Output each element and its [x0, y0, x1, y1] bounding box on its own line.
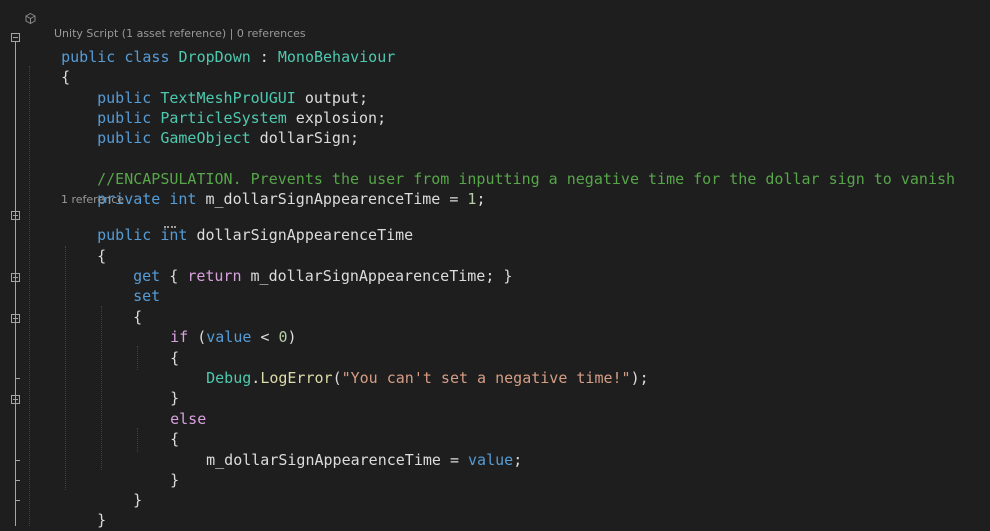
- codelens-class: Unity Script (1 asset reference) | 0 ref…: [40, 13, 306, 40]
- code-line[interactable]: {: [25, 47, 70, 86]
- type-name: Debug: [206, 369, 252, 387]
- code-line[interactable]: Debug.LogError("You can't set a negative…: [170, 348, 649, 387]
- method-name: LogError: [260, 369, 333, 387]
- control-keyword: return: [187, 267, 242, 285]
- punctuation: ): [287, 328, 297, 346]
- punctuation: (: [332, 369, 342, 387]
- code-line[interactable]: {: [61, 226, 106, 265]
- code-line[interactable]: {: [134, 409, 179, 448]
- punctuation: :: [250, 48, 278, 66]
- number-literal: 0: [278, 328, 288, 346]
- punctuation: ;: [476, 190, 486, 208]
- code-line[interactable]: set: [97, 266, 160, 305]
- base-class-name: MonoBehaviour: [277, 48, 396, 66]
- code-line[interactable]: public class DropDown : MonoBehaviour: [25, 27, 395, 66]
- keyword: value: [468, 451, 514, 469]
- code-line[interactable]: public int dollarSignAppearenceTime: [61, 205, 413, 244]
- identifier: m_dollarSignAppearenceTime; }: [241, 267, 513, 285]
- code-line[interactable]: else: [134, 389, 206, 428]
- identifier: dollarSign;: [250, 129, 360, 147]
- code-line[interactable]: }: [97, 470, 142, 509]
- keyword: class: [124, 48, 170, 66]
- code-line[interactable]: }: [61, 490, 106, 529]
- code-line[interactable]: {: [97, 287, 142, 326]
- code-line[interactable]: public GameObject dollarSign;: [61, 108, 359, 147]
- code-line[interactable]: }: [134, 450, 179, 489]
- code-line[interactable]: {: [134, 328, 179, 367]
- collapse-minus-icon[interactable]: [11, 314, 20, 323]
- code-line[interactable]: private int m_dollarSignAppearenceTime =…: [61, 169, 485, 208]
- code-line[interactable]: public TextMeshProUGUI output;: [61, 68, 368, 107]
- code-line[interactable]: get { return m_dollarSignAppearenceTime;…: [97, 246, 512, 285]
- punctuation: );: [630, 369, 649, 387]
- keyword: value: [206, 328, 252, 346]
- code-editor[interactable]: Unity Script (1 asset reference) | 0 ref…: [0, 0, 990, 531]
- code-line[interactable]: //ENCAPSULATION. Prevents the user from …: [61, 149, 955, 188]
- operator: <: [251, 328, 279, 346]
- fold-end-tick: [15, 480, 20, 481]
- fold-end-tick: [15, 460, 20, 461]
- punctuation: (: [188, 328, 207, 346]
- fold-line: [15, 42, 16, 526]
- punctuation: .: [251, 369, 261, 387]
- indent-guide: [29, 66, 30, 526]
- collapse-minus-icon[interactable]: [11, 273, 20, 282]
- suggestion-dots[interactable]: [164, 224, 176, 228]
- string-literal: "You can't set a negative time!": [341, 369, 631, 387]
- class-name: DropDown: [178, 48, 251, 66]
- fold-end-tick: [15, 378, 20, 379]
- brace: }: [97, 511, 107, 529]
- collapse-minus-icon[interactable]: [11, 211, 20, 220]
- fold-end-tick: [15, 500, 20, 501]
- punctuation: ;: [513, 451, 523, 469]
- collapse-minus-icon[interactable]: [11, 395, 20, 404]
- brace: }: [133, 491, 143, 509]
- unity-icon: [25, 13, 36, 24]
- type-name: GameObject: [160, 129, 251, 147]
- collapse-minus-icon[interactable]: [11, 33, 20, 42]
- punctuation: {: [160, 267, 188, 285]
- property-name: dollarSignAppearenceTime: [196, 226, 414, 244]
- code-line[interactable]: public ParticleSystem explosion;: [61, 88, 386, 127]
- code-line[interactable]: if (value < 0): [134, 307, 296, 346]
- keyword: public: [97, 129, 152, 147]
- keyword: int: [160, 226, 188, 244]
- brace: }: [170, 471, 180, 489]
- identifier: m_dollarSignAppearenceTime =: [206, 451, 469, 469]
- code-line[interactable]: m_dollarSignAppearenceTime = value;: [170, 430, 522, 469]
- code-line[interactable]: }: [134, 368, 179, 407]
